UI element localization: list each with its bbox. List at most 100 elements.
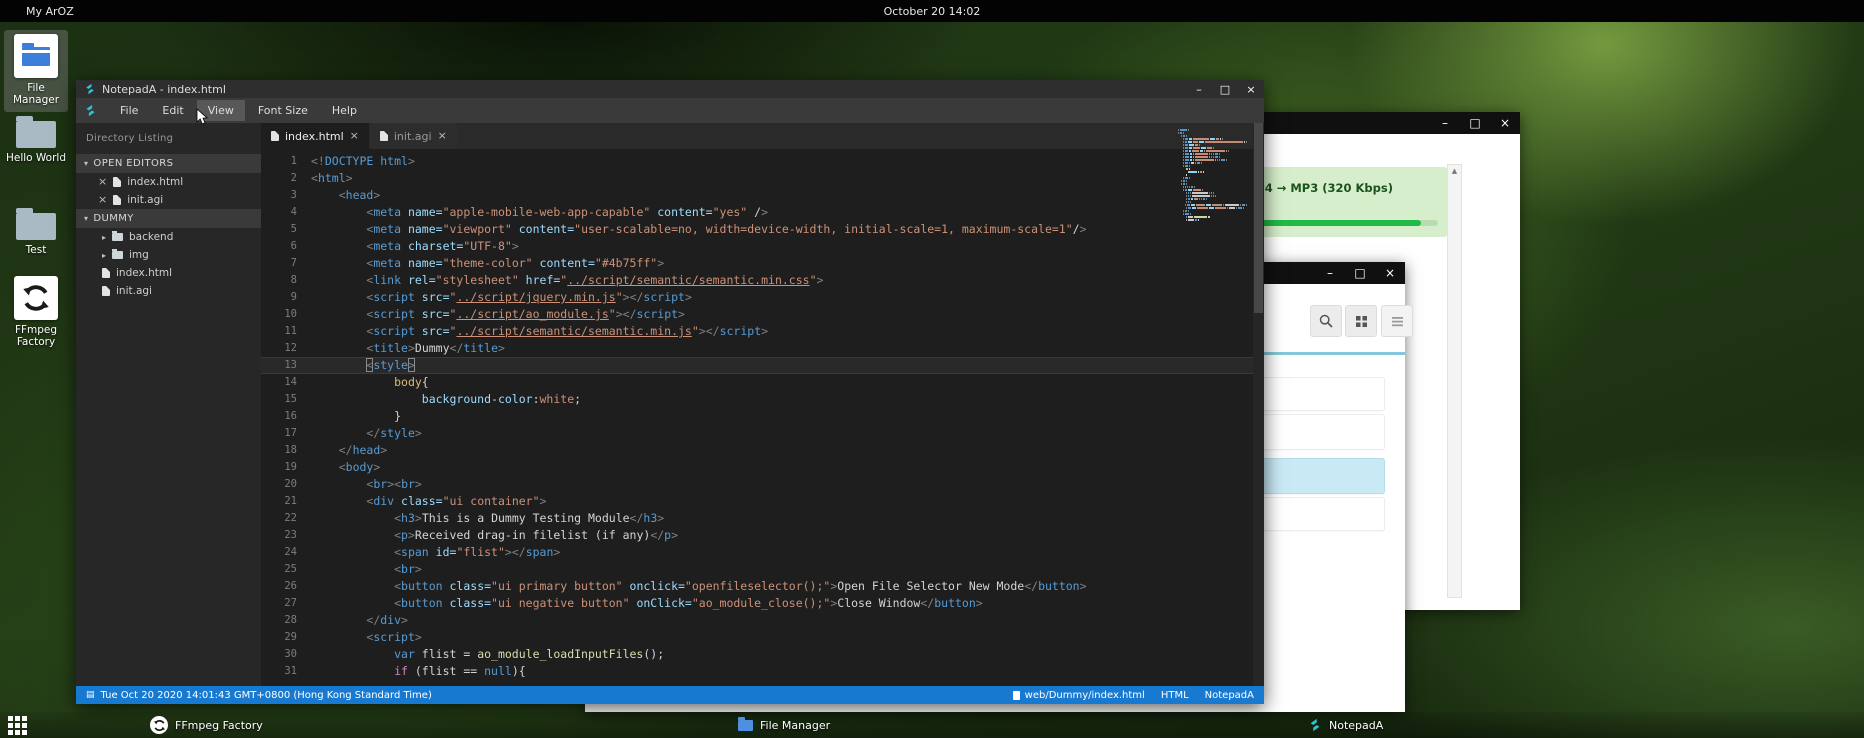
sidebar-header: Directory Listing — [76, 123, 261, 154]
scroll-up-icon[interactable]: ▲ — [1448, 165, 1461, 177]
tree-file-init-agi[interactable]: init.agi — [76, 282, 261, 300]
menu-file[interactable]: File — [109, 100, 149, 121]
close-icon[interactable]: × — [98, 177, 107, 187]
app-launcher-button[interactable] — [8, 716, 27, 735]
chevron-down-icon: ▾ — [84, 159, 88, 168]
chevron-right-icon: ▸ — [102, 251, 106, 260]
section-project-dummy[interactable]: ▾ DUMMY — [76, 209, 261, 228]
editor-scrollbar[interactable] — [1253, 123, 1264, 686]
section-label: OPEN EDITORS — [93, 158, 173, 169]
desktop-icon-label: File Manager — [4, 82, 68, 106]
list-view-button[interactable] — [1381, 305, 1413, 337]
clock: October 20 14:02 — [884, 5, 981, 18]
desktop-icon-file-manager[interactable]: File Manager — [4, 30, 68, 112]
file-label: index.html — [127, 176, 183, 188]
close-icon[interactable]: × — [350, 131, 359, 141]
file-icon — [1013, 691, 1020, 700]
taskbar: FFmpeg Factory File Manager NotepadA — [0, 712, 1864, 738]
datetime-icon: ▤ — [86, 690, 95, 700]
folder-label: img — [129, 249, 149, 261]
maximize-button[interactable]: □ — [1212, 83, 1238, 96]
notepada-titlebar[interactable]: NotepadA - index.html – □ × — [76, 80, 1264, 98]
chevron-right-icon: ▸ — [102, 233, 106, 242]
file-label: init.agi — [116, 285, 152, 297]
file-icon — [102, 286, 110, 296]
grid-view-button[interactable] — [1345, 305, 1377, 337]
folder-icon — [16, 121, 56, 148]
notepada-logo-icon — [1308, 718, 1322, 732]
section-open-editors[interactable]: ▾ OPEN EDITORS — [76, 154, 261, 173]
taskbar-item-file-manager[interactable]: File Manager — [738, 712, 830, 738]
menu-font-size[interactable]: Font Size — [247, 100, 319, 121]
menu-help[interactable]: Help — [321, 100, 368, 121]
close-icon[interactable]: × — [98, 195, 107, 205]
open-editor-init-agi[interactable]: × init.agi — [76, 191, 261, 209]
aroz-start-menu[interactable]: My ArOZ — [0, 5, 74, 18]
close-button[interactable]: × — [1238, 83, 1264, 96]
search-button[interactable] — [1310, 305, 1342, 337]
taskbar-item-ffmpeg-factory[interactable]: FFmpeg Factory — [150, 712, 263, 738]
window-title: NotepadA - index.html — [102, 83, 226, 96]
menu-view[interactable]: View — [197, 100, 245, 121]
status-language: HTML — [1161, 690, 1189, 701]
editor-pane: index.html × init.agi × 1<!DOCTYPE html>… — [261, 123, 1264, 686]
desktop-icon-test[interactable]: Test — [4, 204, 68, 256]
minimize-button[interactable]: – — [1315, 262, 1345, 284]
list-view-icon — [1391, 315, 1404, 328]
folder-icon — [738, 720, 753, 731]
desktop-icon-hello-world[interactable]: Hello World — [4, 112, 68, 164]
folder-icon — [112, 233, 123, 241]
status-app-name: NotepadA — [1205, 690, 1254, 701]
grid-view-icon — [1355, 315, 1368, 328]
section-label: DUMMY — [93, 213, 133, 224]
taskbar-item-notepada[interactable]: NotepadA — [1308, 712, 1383, 738]
minimize-button[interactable]: – — [1186, 83, 1212, 96]
taskbar-item-label: File Manager — [760, 719, 830, 732]
maximize-button[interactable]: □ — [1345, 262, 1375, 284]
open-editor-index-html[interactable]: × index.html — [76, 173, 261, 191]
editor-scrollbar-thumb[interactable] — [1254, 123, 1263, 313]
notepada-logo-icon — [84, 83, 96, 95]
file-label: index.html — [116, 267, 172, 279]
folder-icon — [112, 251, 123, 259]
converter-scrollbar[interactable]: ▲ — [1447, 164, 1462, 598]
taskbar-item-label: NotepadA — [1329, 719, 1383, 732]
status-bar: ▤ Tue Oct 20 2020 14:01:43 GMT+0800 (Hon… — [76, 686, 1264, 704]
file-icon — [113, 195, 121, 205]
tab-index-html[interactable]: index.html × — [261, 123, 369, 149]
desktop-icon-ffmpeg-factory[interactable]: FFmpeg Factory — [4, 276, 68, 348]
file-icon — [380, 131, 388, 141]
notepada-logo-icon — [84, 104, 97, 117]
tree-folder-img[interactable]: ▸ img — [76, 246, 261, 264]
file-label: init.agi — [127, 194, 163, 206]
tree-file-index-html[interactable]: index.html — [76, 264, 261, 282]
status-file-path: web/Dummy/index.html — [1025, 690, 1145, 701]
folder-label: backend — [129, 231, 173, 243]
file-manager-icon — [14, 34, 58, 78]
close-icon[interactable]: × — [438, 131, 447, 141]
close-button[interactable]: × — [1490, 112, 1520, 134]
desktop-stage: My ArOZ October 20 14:02 File Manager He… — [0, 0, 1864, 738]
menu-bar: File Edit View Font Size Help — [76, 98, 1264, 123]
tab-init-agi[interactable]: init.agi × — [370, 123, 457, 149]
file-icon — [113, 177, 121, 187]
tab-label: init.agi — [394, 130, 432, 143]
code-editor[interactable]: 1<!DOCTYPE html>2<html>3 <head>4 <meta n… — [261, 149, 1264, 686]
taskbar-item-label: FFmpeg Factory — [175, 719, 263, 732]
tree-folder-backend[interactable]: ▸ backend — [76, 228, 261, 246]
maximize-button[interactable]: □ — [1460, 112, 1490, 134]
file-icon — [102, 268, 110, 278]
chevron-down-icon: ▾ — [84, 214, 88, 223]
minimap[interactable] — [1178, 129, 1248, 222]
menu-edit[interactable]: Edit — [151, 100, 194, 121]
top-bar: My ArOZ October 20 14:02 — [0, 0, 1864, 22]
close-button[interactable]: × — [1375, 262, 1405, 284]
desktop-icon-label: Test — [4, 244, 68, 256]
directory-sidebar: Directory Listing ▾ OPEN EDITORS × index… — [76, 123, 261, 686]
folder-icon — [16, 213, 56, 240]
minimize-button[interactable]: – — [1430, 112, 1460, 134]
recycle-icon — [14, 276, 58, 320]
search-icon — [1319, 314, 1333, 328]
desktop-icon-label: Hello World — [4, 152, 68, 164]
file-icon — [271, 131, 279, 141]
